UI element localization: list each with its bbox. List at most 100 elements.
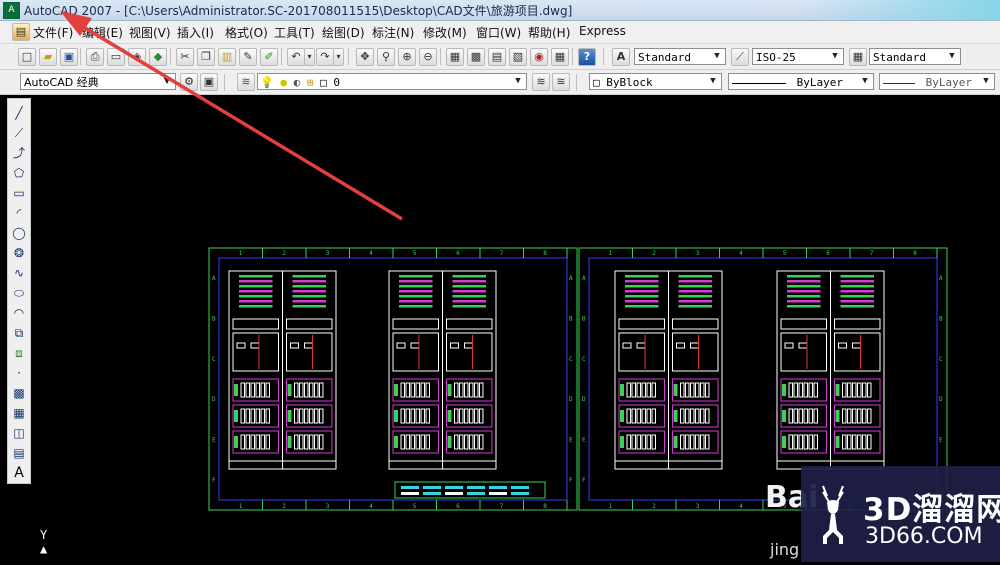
breaker-slot — [260, 408, 265, 424]
zoom-previous-icon[interactable]: ⊖ — [419, 48, 437, 66]
breaker-slot — [454, 408, 459, 424]
menu-help[interactable]: 帮助(H) — [528, 24, 570, 41]
lineweight-select[interactable]: ByLayer ▼ — [879, 73, 995, 90]
hatch-icon[interactable]: ▩ — [11, 385, 27, 402]
cabinet-compartment — [446, 332, 493, 372]
menu-window[interactable]: 窗口(W) — [476, 24, 521, 41]
table-style-select[interactable]: Standard ▼ — [869, 48, 961, 65]
menu-tools[interactable]: 工具(T) — [274, 24, 315, 41]
cabinet-instrument — [690, 342, 699, 349]
arc-icon[interactable]: ◜ — [11, 205, 27, 222]
menu-draw[interactable]: 绘图(D) — [322, 24, 365, 41]
menu-view[interactable]: 视图(V) — [129, 24, 171, 41]
plot-preview-icon[interactable]: ▭ — [107, 48, 125, 66]
layer-properties-icon[interactable]: ≋ — [237, 73, 255, 91]
text-style-icon[interactable]: A — [612, 48, 630, 66]
print-icon[interactable]: ⎙ — [86, 48, 104, 66]
text-style-select[interactable]: Standard ▼ — [634, 48, 726, 65]
layer-previous-icon[interactable]: ≊ — [552, 73, 570, 91]
layer-lock-icon[interactable]: ⊞ — [307, 76, 314, 89]
polygon-icon[interactable]: ⬠ — [11, 165, 27, 182]
design-center-icon[interactable]: ▩ — [467, 48, 485, 66]
calculator-icon[interactable]: ▦ — [551, 48, 569, 66]
zoom-window-icon[interactable]: ⊕ — [398, 48, 416, 66]
undo-dropdown-icon[interactable]: ▾ — [304, 48, 315, 66]
column-number-label: 2 — [282, 503, 286, 510]
workspace-select[interactable]: AutoCAD 经典 ▼ — [20, 73, 176, 90]
point-icon[interactable]: · — [11, 365, 27, 382]
ellipse-icon[interactable]: ⬭ — [11, 285, 27, 302]
menu-edit[interactable]: 编辑(E) — [82, 24, 123, 41]
construction-line-icon[interactable]: ⟋ — [11, 125, 27, 142]
breaker-slot — [813, 434, 818, 450]
autocad-app-icon[interactable]: A — [3, 2, 20, 19]
block-editor-icon[interactable]: ✐ — [260, 48, 278, 66]
breaker-slot — [294, 434, 299, 450]
toolbar-separator — [224, 74, 225, 91]
open-file-icon[interactable]: ▰ — [39, 48, 57, 66]
line-icon[interactable]: ╱ — [11, 105, 27, 122]
redo-icon[interactable]: ↷ — [316, 48, 334, 66]
dim-style-select[interactable]: ISO-25 ▼ — [752, 48, 844, 65]
title-block-frame — [394, 481, 546, 499]
circle-icon[interactable]: ◯ — [11, 225, 27, 242]
breaker-slot — [705, 434, 710, 450]
layer-viewport-icon[interactable]: ◐ — [294, 76, 301, 89]
rectangle-icon[interactable]: ▭ — [11, 185, 27, 202]
cabinet-instrument — [852, 342, 861, 349]
table-icon[interactable]: ▤ — [11, 445, 27, 462]
linetype-select[interactable]: ByLayer ▼ — [728, 73, 874, 90]
markup-icon[interactable]: ◉ — [530, 48, 548, 66]
help-icon[interactable]: ? — [578, 48, 596, 66]
layer-select[interactable]: 💡 ● ◐ ⊞ □ 0 ▼ — [257, 73, 527, 90]
3d-dwf-icon[interactable]: ◆ — [149, 48, 167, 66]
breaker-slot — [405, 434, 410, 450]
region-icon[interactable]: ◫ — [11, 425, 27, 442]
menu-express[interactable]: Express — [579, 24, 626, 38]
tool-palettes-icon[interactable]: ▤ — [488, 48, 506, 66]
layer-on-icon[interactable]: 💡 — [260, 76, 274, 89]
spline-icon[interactable]: ∿ — [11, 265, 27, 282]
new-file-icon[interactable]: □ — [18, 48, 36, 66]
menu-file[interactable]: 文件(F) — [33, 24, 73, 41]
match-properties-icon[interactable]: ✎ — [239, 48, 257, 66]
table-style-icon[interactable]: ▦ — [849, 48, 867, 66]
revision-cloud-icon[interactable]: ❂ — [11, 245, 27, 262]
paste-icon[interactable]: ▥ — [218, 48, 236, 66]
breaker-slot — [410, 434, 415, 450]
cabinet-instrument — [410, 342, 420, 349]
breaker-slot — [788, 382, 793, 398]
layer-color-icon[interactable]: □ — [320, 76, 327, 89]
menu-dimension[interactable]: 标注(N) — [372, 24, 414, 41]
my-workspace-icon[interactable]: ▣ — [200, 73, 218, 91]
save-icon[interactable]: ▣ — [60, 48, 78, 66]
zoom-realtime-icon[interactable]: ⚲ — [377, 48, 395, 66]
dim-style-icon[interactable]: ⟋ — [731, 48, 749, 66]
pan-realtime-icon[interactable]: ✥ — [356, 48, 374, 66]
ellipse-arc-icon[interactable]: ◠ — [11, 305, 27, 322]
row-letter-label: D — [939, 396, 943, 403]
menu-insert[interactable]: 插入(I) — [177, 24, 214, 41]
properties-icon[interactable]: ▦ — [446, 48, 464, 66]
make-block-icon[interactable]: ⧈ — [11, 345, 27, 362]
polyline-icon[interactable]: ⤴ — [11, 145, 27, 162]
document-icon[interactable]: ▤ — [12, 23, 30, 41]
sheet-set-icon[interactable]: ▧ — [509, 48, 527, 66]
copy-icon[interactable]: ❐ — [197, 48, 215, 66]
undo-icon[interactable]: ↶ — [287, 48, 305, 66]
workspace-settings-icon[interactable]: ⚙ — [180, 73, 198, 91]
redo-dropdown-icon[interactable]: ▾ — [333, 48, 344, 66]
multiline-text-icon[interactable]: A — [11, 465, 27, 482]
layer-freeze-icon[interactable]: ● — [280, 76, 287, 89]
column-number-label: 1 — [609, 250, 613, 257]
gradient-icon[interactable]: ▦ — [11, 405, 27, 422]
watermark-domain: 3D66.COM — [865, 524, 983, 549]
menu-modify[interactable]: 修改(M) — [423, 24, 467, 41]
color-select[interactable]: □ ByBlock ▼ — [589, 73, 722, 90]
insert-block-icon[interactable]: ⧉ — [11, 325, 27, 342]
title-block-bar — [423, 492, 441, 495]
menu-format[interactable]: 格式(O) — [225, 24, 268, 41]
make-current-layer-icon[interactable]: ≋ — [532, 73, 550, 91]
cut-icon[interactable]: ✂ — [176, 48, 194, 66]
publish-icon[interactable]: ◈ — [128, 48, 146, 66]
